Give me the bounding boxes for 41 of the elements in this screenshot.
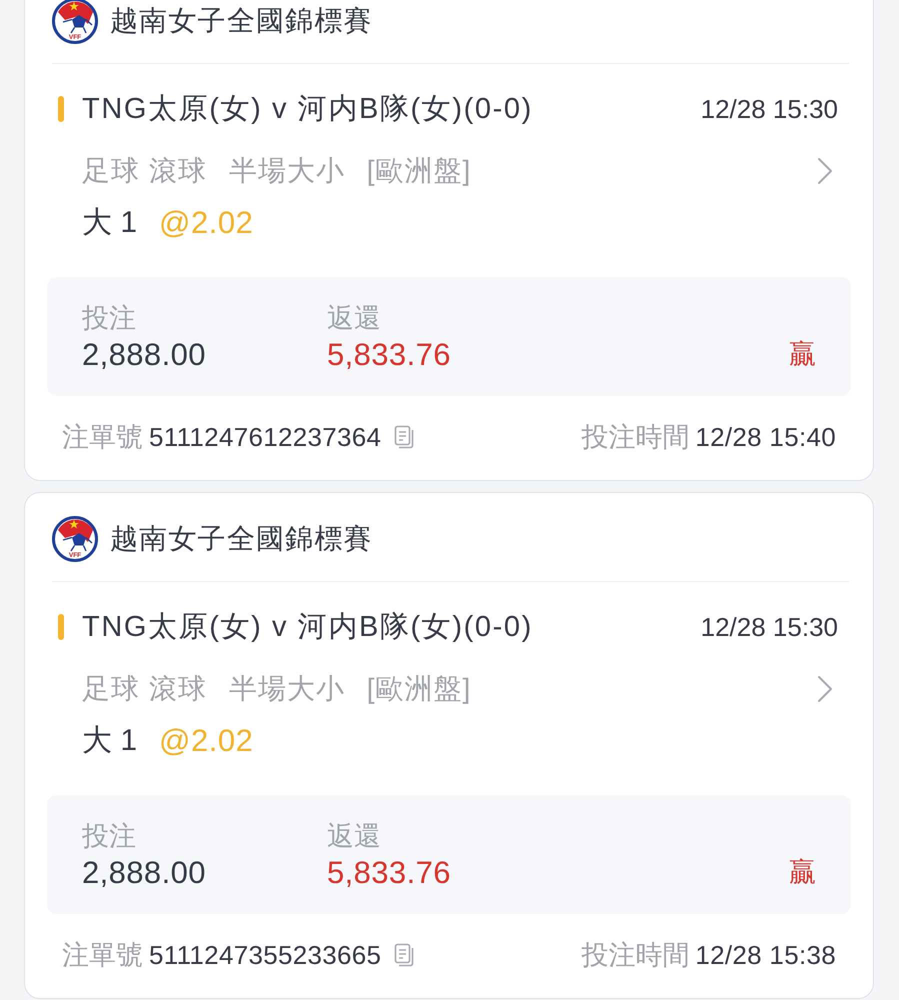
bet-time-label: 投注時間 <box>581 421 690 454</box>
accent-bar-icon <box>58 614 64 640</box>
odds-value: @2.02 <box>159 205 254 241</box>
bet-id-label: 注單號 <box>62 939 143 972</box>
selection-pick: 大 1 <box>82 723 138 759</box>
league-name: 越南女子全國錦標賽 <box>110 4 373 38</box>
market-type: 半場大小 <box>228 672 345 706</box>
match-title: TNG太原(女) v 河内B隊(女)(0-0) <box>82 610 533 644</box>
odds-value: @2.02 <box>159 723 254 759</box>
bet-time: 12/28 15:40 <box>695 421 836 454</box>
odds-format: [歐洲盤] <box>366 154 472 188</box>
copy-icon[interactable] <box>394 943 414 967</box>
league-name: 越南女子全國錦標賽 <box>110 522 373 556</box>
bet-time: 12/28 15:38 <box>695 939 836 972</box>
bet-id-label: 注單號 <box>62 421 143 454</box>
match-time: 12/28 15:30 <box>700 611 838 644</box>
selection-pick: 大 1 <box>82 205 138 241</box>
stake-label: 投注 <box>82 302 137 335</box>
bet-time-label: 投注時間 <box>581 939 690 972</box>
crest-icon <box>52 516 98 562</box>
return-label: 返還 <box>327 820 382 853</box>
market-type: 半場大小 <box>228 154 345 188</box>
return-label: 返還 <box>327 302 382 335</box>
chevron-right-icon[interactable] <box>817 675 833 703</box>
match-title: TNG太原(女) v 河内B隊(女)(0-0) <box>82 92 533 126</box>
copy-icon[interactable] <box>394 425 414 449</box>
stake-label: 投注 <box>82 820 137 853</box>
odds-format: [歐洲盤] <box>366 672 472 706</box>
match-time: 12/28 15:30 <box>700 93 838 126</box>
stake-amount: 2,888.00 <box>82 854 207 892</box>
chevron-right-icon[interactable] <box>817 157 833 185</box>
result-text: 贏 <box>789 856 816 889</box>
sport-type: 足球 滾球 <box>82 672 207 706</box>
return-amount: 5,833.76 <box>327 336 452 374</box>
stake-amount: 2,888.00 <box>82 336 207 374</box>
bet-id: 5111247612237364 <box>149 421 382 454</box>
result-text: 贏 <box>789 338 816 371</box>
sport-type: 足球 滾球 <box>82 154 207 188</box>
accent-bar-icon <box>58 96 64 122</box>
bet-id: 5111247355233665 <box>149 939 382 972</box>
return-amount: 5,833.76 <box>327 854 452 892</box>
